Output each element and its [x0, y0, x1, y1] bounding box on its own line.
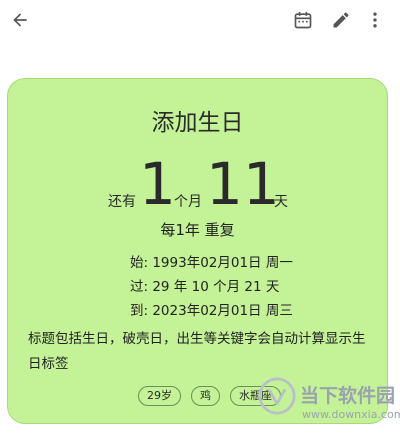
countdown-day-unit: 天 — [274, 194, 288, 210]
calendar-button[interactable] — [290, 0, 316, 40]
countdown: 还有 1 个月 11 天 — [8, 149, 387, 219]
repeat-rule: 每1年 重复 — [160, 221, 235, 239]
tag-zodiac-animal[interactable]: 鸡 — [191, 386, 220, 406]
more-vertical-icon — [373, 12, 377, 28]
note-text: 标题包括生日，破壳日，出生等关键字会自动计算显示生日标签 — [28, 331, 366, 372]
top-bar — [0, 0, 400, 56]
countdown-months: 1 — [139, 150, 176, 218]
calendar-icon — [294, 12, 312, 29]
countdown-days: 11 — [206, 150, 280, 218]
tag-age[interactable]: 29岁 — [138, 386, 181, 406]
back-button[interactable] — [6, 0, 34, 40]
countdown-prefix: 还有 — [108, 194, 136, 210]
countdown-month-unit: 个月 — [174, 194, 202, 210]
elapsed-time: 过: 29 年 10 个月 21 天 — [130, 279, 280, 295]
more-options-button[interactable] — [364, 0, 386, 40]
pencil-icon — [333, 12, 349, 28]
watermark-url: www.downxia.com — [302, 408, 400, 421]
birthday-card[interactable]: 添加生日 还有 1 个月 11 天 每1年 重复 始: 1993年02月01日 … — [7, 78, 388, 424]
edit-button[interactable] — [328, 0, 354, 40]
arrow-left-icon — [13, 13, 27, 27]
watermark: 当下软件园 www.downxia.com — [258, 375, 400, 433]
start-date: 始: 1993年02月01日 周一 — [130, 255, 293, 271]
card-title: 添加生日 — [151, 110, 244, 136]
next-date: 到: 2023年02月01日 周三 — [130, 303, 293, 319]
watermark-title: 当下软件园 — [300, 385, 396, 407]
watermark-logo-icon — [258, 377, 296, 415]
